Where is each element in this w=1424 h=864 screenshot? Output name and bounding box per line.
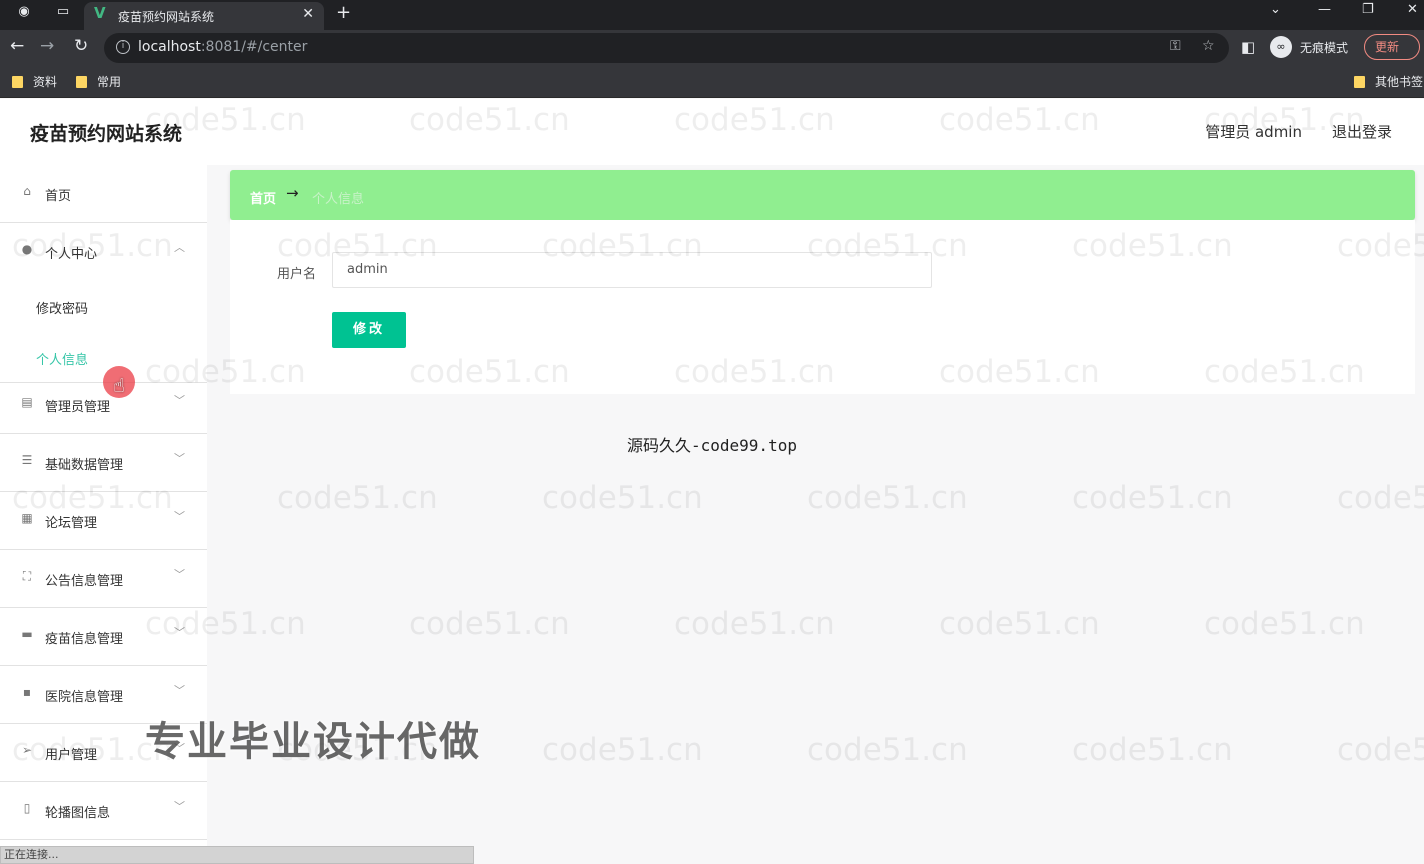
watermark: code51.cn bbox=[542, 732, 703, 768]
chevron-down-icon[interactable]: ⌄ bbox=[1270, 2, 1281, 17]
watermark: code51.cn bbox=[277, 480, 438, 516]
footer-text: 源码久久-code99.top bbox=[627, 436, 797, 455]
sidebar-subitem-change-password[interactable]: 修改密码 bbox=[36, 298, 88, 317]
watermark: code51.cn bbox=[939, 606, 1100, 642]
watermark: code51.cn bbox=[674, 606, 835, 642]
tab-title: 疫苗预约网站系统 bbox=[118, 10, 215, 24]
back-icon[interactable]: ← bbox=[10, 36, 24, 56]
address-bar[interactable]: i localhost:8081/#/center ⚿ ☆ bbox=[104, 33, 1229, 63]
clipboard-icon: ▤ bbox=[21, 395, 33, 409]
watermark: code51.cn bbox=[1072, 732, 1233, 768]
sidebar-item-base-data[interactable]: ☰ 基础数据管理 ﹀ bbox=[0, 434, 207, 492]
sidebar-item-notice[interactable]: ⛶ 公告信息管理 ﹀ bbox=[0, 550, 207, 608]
watermark: code51.cn bbox=[807, 480, 968, 516]
sidebar-item-label: 疫苗信息管理 bbox=[45, 632, 124, 647]
sidebar-item-label: 论坛管理 bbox=[45, 516, 98, 531]
sidebar-item-forum[interactable]: ▦ 论坛管理 ﹀ bbox=[0, 492, 207, 550]
incognito-label: 无痕模式 bbox=[1300, 41, 1349, 55]
browser-tab-bar: ◉ ▭ V 疫苗预约网站系统 ✕ + ⌄ — ❐ ✕ bbox=[0, 0, 1424, 30]
url-text[interactable]: localhost:8081/#/center bbox=[138, 39, 307, 55]
watermark: code51.cn bbox=[1337, 480, 1424, 516]
chevron-down-icon: ﹀ bbox=[174, 568, 185, 581]
minimize-icon[interactable]: — bbox=[1318, 2, 1331, 17]
watermark: code51.cn bbox=[542, 480, 703, 516]
breadcrumb-separator: → bbox=[286, 184, 299, 202]
chevron-down-icon: ﹀ bbox=[174, 800, 185, 813]
info-icon[interactable]: i bbox=[116, 40, 130, 54]
user-icon: ● bbox=[21, 242, 33, 256]
send-icon: ➢ bbox=[21, 743, 33, 757]
sidebar-subitem-profile[interactable]: 个人信息 bbox=[36, 349, 88, 368]
sidebar-item-carousel[interactable]: ▯ 轮播图信息 ﹀ bbox=[0, 782, 207, 840]
folder-icon bbox=[12, 76, 23, 88]
sidebar-item-label: 基础数据管理 bbox=[45, 458, 124, 473]
new-tab-icon[interactable]: + bbox=[336, 2, 351, 23]
username-label: 用户名 bbox=[277, 267, 317, 282]
sidebar-item-label: 公告信息管理 bbox=[45, 574, 124, 589]
watermark: code51.cn bbox=[409, 606, 570, 642]
sidebar-item-label: 个人中心 bbox=[45, 247, 98, 262]
sliders-icon: ☰ bbox=[21, 453, 33, 467]
reload-icon[interactable]: ↻ bbox=[74, 36, 88, 56]
breadcrumb-current: 个人信息 bbox=[312, 192, 365, 207]
chevron-down-icon: ﹀ bbox=[174, 626, 185, 639]
grid-icon: ▦ bbox=[21, 511, 33, 525]
watermark: code51.cn bbox=[1337, 732, 1424, 768]
sidebar-item-vaccine[interactable]: ▬ 疫苗信息管理 ﹀ bbox=[0, 608, 207, 666]
chevron-up-icon: ︿ bbox=[174, 241, 185, 254]
browser-tab[interactable]: V 疫苗预约网站系统 ✕ bbox=[84, 2, 324, 30]
window-close-icon[interactable]: ✕ bbox=[1407, 2, 1418, 17]
key-icon[interactable]: ⚿ bbox=[1170, 38, 1181, 54]
chevron-down-icon: ﹀ bbox=[174, 394, 185, 407]
watermark: code51.cn bbox=[1204, 606, 1365, 642]
other-bookmarks[interactable]: 其他书签 bbox=[1354, 73, 1423, 90]
chevron-down-icon: ﹀ bbox=[174, 684, 185, 697]
globe-icon[interactable]: ◉ bbox=[12, 0, 36, 24]
chevron-down-icon: ﹀ bbox=[174, 452, 185, 465]
breadcrumb-home[interactable]: 首页 bbox=[250, 188, 276, 207]
phone-icon: ▯ bbox=[23, 801, 31, 815]
vue-logo-icon: V bbox=[94, 4, 106, 22]
side-panel-icon[interactable]: ◧ bbox=[1241, 38, 1255, 56]
system-title: 疫苗预约网站系统 bbox=[30, 123, 183, 145]
chevron-down-icon: ﹀ bbox=[174, 510, 185, 523]
bookmark-folder[interactable]: 资料 bbox=[12, 73, 57, 90]
watermark: code51.cn bbox=[807, 732, 968, 768]
star-icon[interactable]: ☆ bbox=[1202, 38, 1215, 54]
sidebar-item-label: 首页 bbox=[45, 189, 72, 204]
sidebar-item-label: 用户管理 bbox=[45, 748, 98, 763]
folder-icon bbox=[76, 76, 87, 88]
folder-icon bbox=[1354, 76, 1365, 88]
browser-toolbar: ← → ↻ i localhost:8081/#/center ⚿ ☆ ◧ ∞ … bbox=[0, 30, 1424, 66]
home-icon: ⌂ bbox=[23, 184, 31, 198]
chat-icon: ▪ bbox=[22, 685, 32, 699]
breadcrumb: 首页 → 个人信息 bbox=[230, 170, 1415, 220]
sidebar-item-label: 轮播图信息 bbox=[45, 806, 111, 821]
restore-icon[interactable]: ❐ bbox=[1362, 2, 1374, 17]
current-user: 管理员 admin bbox=[1205, 123, 1302, 141]
close-icon[interactable]: ✕ bbox=[302, 6, 314, 22]
tab-search-icon[interactable]: ▭ bbox=[52, 0, 74, 24]
sidebar-item-home[interactable]: ⌂ 首页 bbox=[0, 165, 207, 223]
logout-link[interactable]: 退出登录 bbox=[1332, 121, 1392, 142]
monitor-icon: ▬ bbox=[21, 627, 33, 641]
hand-cursor-icon: ☝ bbox=[113, 375, 125, 397]
app-header: 疫苗预约网站系统 管理员 admin 退出登录 bbox=[0, 99, 1424, 165]
incognito-icon: ∞ bbox=[1270, 36, 1292, 58]
browser-status-bar: 正在连接... bbox=[0, 846, 474, 864]
update-button[interactable]: 更新 bbox=[1364, 34, 1420, 60]
profile-form: 用户名 admin 修改 bbox=[230, 220, 1415, 394]
frame-icon: ⛶ bbox=[22, 569, 32, 583]
app-page: 疫苗预约网站系统 管理员 admin 退出登录 ⌂ 首页 ● 个人中心 ︿ 修改… bbox=[0, 99, 1424, 864]
forward-icon[interactable]: → bbox=[40, 36, 54, 56]
sidebar-item-label: 管理员管理 bbox=[45, 400, 111, 415]
sidebar-item-personal-center[interactable]: ● 个人中心 ︿ 修改密码 个人信息 bbox=[0, 223, 207, 383]
sidebar-item-label: 医院信息管理 bbox=[45, 690, 124, 705]
modify-button[interactable]: 修改 bbox=[332, 312, 406, 348]
bookmark-folder[interactable]: 常用 bbox=[76, 73, 121, 90]
promo-overlay-text: 专业毕业设计代做 bbox=[145, 719, 481, 765]
username-input[interactable]: admin bbox=[332, 252, 932, 288]
watermark: code51.cn bbox=[1072, 480, 1233, 516]
bookmarks-bar: 资料 常用 其他书签 bbox=[0, 66, 1424, 98]
